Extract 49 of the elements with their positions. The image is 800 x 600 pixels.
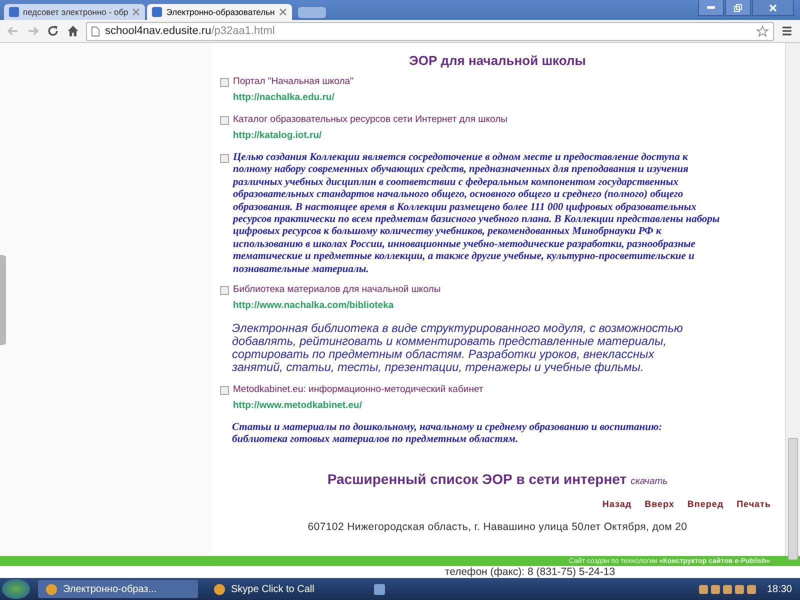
site-icon (9, 7, 19, 17)
browser-tab[interactable]: педсовет электронно - обр (4, 4, 146, 20)
page-icon (91, 26, 100, 36)
nav-link[interactable]: Вперед (687, 498, 724, 509)
star-icon[interactable] (756, 24, 769, 38)
restore-button[interactable] (725, 0, 751, 16)
restore-icon (733, 2, 743, 12)
resource-title: Портал "Начальная школа" (233, 76, 354, 87)
site-icon (152, 7, 162, 17)
minimize-icon (707, 6, 715, 9)
new-tab-button[interactable] (298, 7, 326, 18)
nav-link[interactable]: Назад (602, 498, 632, 509)
page-heading: ЭОР для начальной школы (408, 53, 587, 68)
scroll-thumb[interactable] (788, 438, 798, 560)
home-icon[interactable] (66, 24, 80, 38)
nav-link[interactable]: Печать (736, 498, 771, 509)
taskbar-app[interactable]: Электронно-образ... (38, 580, 198, 598)
close-icon[interactable] (132, 8, 140, 16)
section-heading: Расширенный список ЭОР в сети интернет (327, 470, 627, 487)
close-icon (768, 2, 778, 12)
clock: 18:30 (766, 584, 792, 594)
postal-address: 607102 Нижегородская область, г. Навашино улица 50лет Октября, дом 20 (306, 520, 688, 533)
side-panel-handle[interactable] (0, 255, 6, 345)
resource-title: Библиотека материалов для начальной школы (233, 284, 441, 296)
minimize-button[interactable] (698, 0, 724, 16)
reload-icon[interactable] (46, 24, 60, 38)
app-icon (214, 584, 225, 594)
description-text: Целью создания Коллекции является сосредоточение в одном месте и предоставление доступа к полному набору современных обучающих средств, предназначенных для преподавания и изучения различных учебных дисциплин в соответствии с федеральным компонентом государственных образовательных стандартов начального общего, основного общего и среднего (полного) общего образования. В настоящее время в Коллекции размещено более 111 000 цифровых образовательных ресурсов практически по всем предметам базисного учебного плана. В Коллекции представлены наборы цифровых ресурсов к большому количеству учебников, рекомендованных Минобрнауки РФ к использованию в школах России, инновационные учебно-методические разработки, разнообразные тематические и предметные коллекции, а также другие учебные, культурно-просветительские и познавательные материалы. (233, 152, 721, 276)
taskbar-app[interactable]: Skype Click to Call (206, 580, 366, 598)
menu-icon[interactable] (780, 24, 794, 38)
address-bar[interactable]: school4nav.edusite.ru/p32aa1.html (86, 22, 774, 40)
app-icon (46, 584, 57, 594)
expand-icon[interactable] (220, 116, 229, 125)
phone-text: телефон (факс): 8 (831-75) 5-24-13 (444, 566, 616, 578)
close-button[interactable] (752, 0, 794, 16)
nav-link[interactable]: Вверх (644, 498, 674, 509)
app-icon[interactable] (374, 584, 385, 594)
resource-title: Каталог образовательных ресурсов сети Интернет для школы (233, 114, 508, 125)
browser-tab[interactable]: Электронно-образовательн (147, 4, 292, 20)
download-link[interactable]: скачать (630, 476, 668, 487)
expand-icon[interactable] (220, 286, 229, 296)
close-icon[interactable] (278, 8, 287, 16)
expand-icon[interactable] (220, 154, 229, 163)
description-text: Электронная библиотека в виде структурированного модуля, с возможностью добавлять, рейтинговать и комментировать представленные материалы, сортировать по предметным областям. Разработки уроков, внеклассных занятий, статьи, тесты, презентации, тренажеры и учебные фильмы. (232, 322, 684, 374)
start-button[interactable] (2, 579, 30, 599)
description-text: Статьи и материалы по дошкольному, начальному и среднему образованию и воспитанию: библиотека готовых материалов по предметным областям. (232, 422, 664, 447)
resource-title: Metodkabinet.eu: информационно-методический кабинет (233, 384, 484, 396)
expand-icon[interactable] (220, 78, 229, 87)
expand-icon[interactable] (220, 386, 229, 396)
